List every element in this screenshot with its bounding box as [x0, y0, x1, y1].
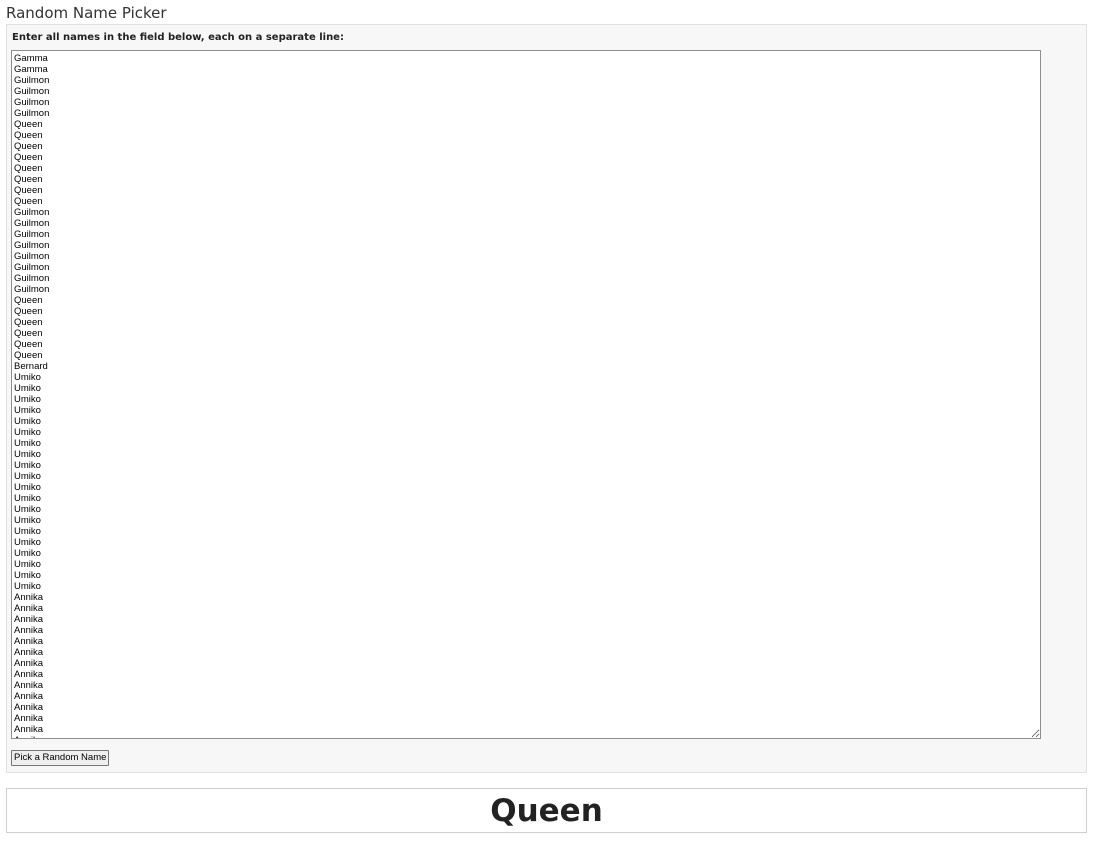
pick-random-name-button[interactable]: Pick a Random Name — [11, 750, 110, 766]
names-textarea[interactable] — [11, 50, 1041, 739]
page-title: Random Name Picker — [6, 4, 167, 22]
instructions-label: Enter all names in the field below, each… — [12, 32, 344, 43]
result-box: Queen — [6, 788, 1087, 833]
picked-name: Queen — [490, 792, 603, 829]
picker-panel: Enter all names in the field below, each… — [6, 24, 1087, 773]
